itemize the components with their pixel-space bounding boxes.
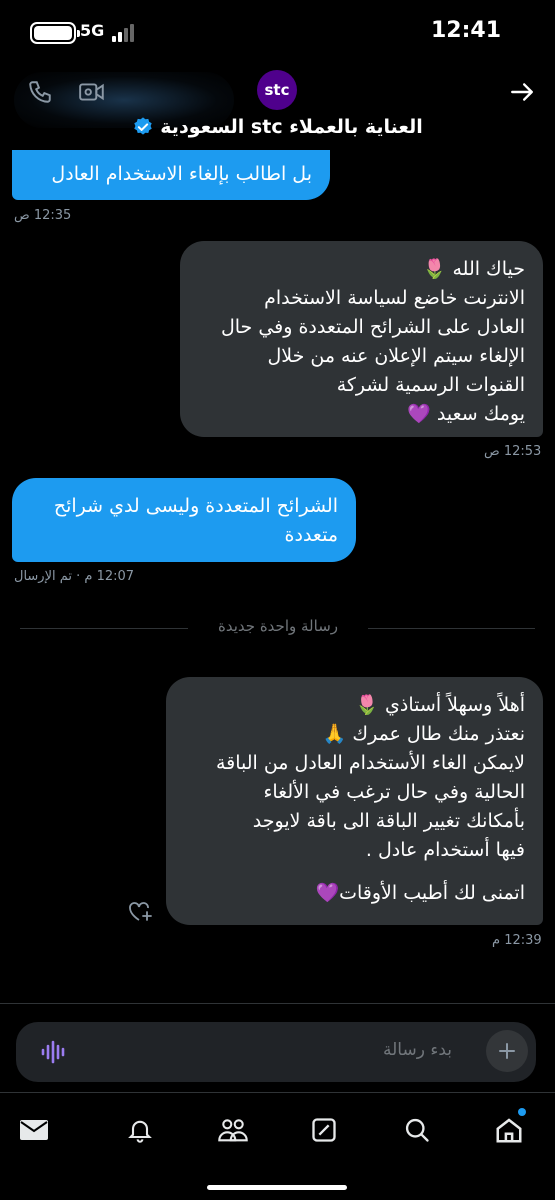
- people-icon[interactable]: [216, 1113, 250, 1147]
- avatar[interactable]: stc: [257, 70, 297, 110]
- home-indicator: [207, 1185, 347, 1190]
- message-composer[interactable]: بدء رسالة: [16, 1022, 536, 1082]
- grok-icon[interactable]: [307, 1113, 341, 1147]
- message-bubble-received[interactable]: أهلاً وسهلاً أستاذي 🌷 نعتذر منك طال عمرك…: [166, 677, 543, 925]
- message-timestamp: 12:39 م: [492, 933, 542, 948]
- home-icon[interactable]: [492, 1108, 526, 1147]
- message-line: اتمنى لك أطيب الأوقات💜: [315, 882, 525, 904]
- message-line: الحالية وفي حال ترغب في الألغاء: [263, 781, 525, 803]
- message-bubble-received[interactable]: حياك الله 🌷 الانترنت خاضع لسياسة الاستخد…: [180, 241, 543, 437]
- verified-badge-icon: [134, 117, 152, 135]
- network-label: 5G: [80, 21, 105, 40]
- conversation-title-row[interactable]: العناية بالعملاء stc السعودية: [0, 116, 555, 138]
- signal-icon: [112, 22, 136, 42]
- message-line: أهلاً وسهلاً أستاذي 🌷: [355, 694, 525, 716]
- bell-icon[interactable]: [123, 1113, 157, 1147]
- search-icon[interactable]: [400, 1113, 434, 1147]
- message-line: حياك الله 🌷: [422, 258, 525, 280]
- message-line: نعتذر منك طال عمرك 🙏: [322, 723, 525, 745]
- notification-dot: [518, 1108, 526, 1116]
- message-line: فيها أستخدام عادل .: [365, 839, 525, 861]
- message-line: القنوات الرسمية لشركة: [336, 374, 525, 396]
- message-line: العادل على الشرائح المتعددة وفي حال: [220, 316, 525, 338]
- message-line: يومك سعيد 💜: [407, 403, 525, 425]
- message-line: الشرائح المتعددة وليسى لدي شرائح: [53, 495, 338, 517]
- video-icon[interactable]: [74, 74, 110, 110]
- message-line: بأمكانك تغيير الباقة الى باقة لايوجد: [252, 810, 525, 832]
- add-media-button[interactable]: [486, 1030, 528, 1072]
- status-bar: 5G 12:41: [0, 0, 555, 60]
- phone-icon[interactable]: [22, 74, 58, 110]
- new-message-label: رسالة واحدة جديدة: [188, 617, 368, 635]
- conversation-header: stc العناية بالعملاء stc السعودية: [0, 60, 555, 155]
- composer-separator: [0, 1003, 555, 1004]
- mail-icon[interactable]: [17, 1113, 51, 1147]
- back-arrow-icon[interactable]: [504, 74, 540, 110]
- conversation-title: العناية بالعملاء stc السعودية: [160, 116, 423, 138]
- message-line: [184, 865, 525, 879]
- battery-icon: [30, 22, 80, 44]
- plus-icon: [499, 1043, 515, 1059]
- message-timestamp: 12:35 ص: [14, 208, 72, 223]
- message-text: بل اطالب بإلغاء الاستخدام العادل: [51, 163, 312, 185]
- message-line: لايمكن الغاء الأستخدام العادل من الباقة: [215, 752, 525, 774]
- message-bubble-sent[interactable]: الشرائح المتعددة وليسى لدي شرائح متعددة: [12, 478, 356, 562]
- message-line: متعددة: [284, 524, 338, 546]
- message-line: الإلغاء سيتم الإعلان عنه من خلال: [267, 345, 525, 367]
- add-reaction-icon[interactable]: [126, 898, 154, 924]
- status-time: 12:41: [430, 18, 501, 43]
- bottom-navigation: [0, 1092, 555, 1200]
- voice-message-icon[interactable]: [40, 1039, 68, 1065]
- message-line: الانترنت خاضع لسياسة الاستخدام: [264, 287, 525, 309]
- message-timestamp: 12:07 م · تم الإرسال: [14, 569, 135, 584]
- message-bubble-sent[interactable]: بل اطالب بإلغاء الاستخدام العادل: [12, 150, 330, 200]
- message-timestamp: 12:53 ص: [484, 444, 542, 459]
- message-input[interactable]: بدء رسالة: [383, 1040, 452, 1060]
